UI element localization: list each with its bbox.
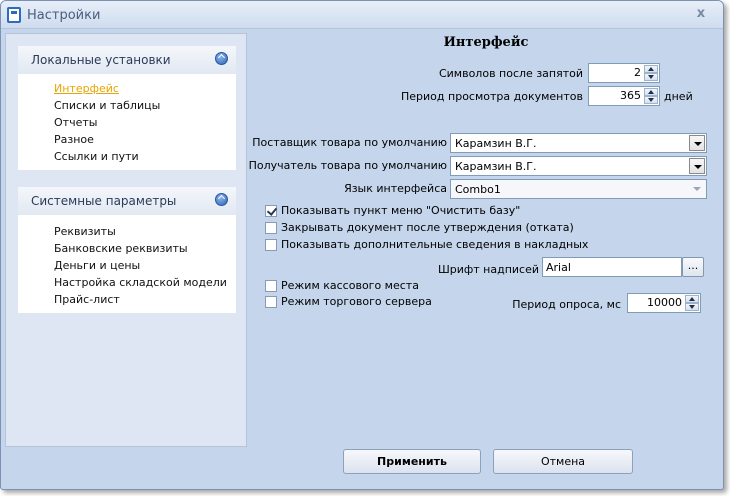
option-close-doc-label: Закрывать документ после утверждения (от… bbox=[281, 221, 574, 234]
option-extra-info-label: Показывать дополнительные сведения в нак… bbox=[281, 238, 589, 251]
nav-item-warehouse-model[interactable]: Настройка складской модели bbox=[54, 274, 236, 291]
chevron-up-icon[interactable] bbox=[215, 193, 228, 206]
period-value: 365 bbox=[620, 89, 641, 102]
app-icon bbox=[7, 7, 21, 23]
option-cash-mode-label: Режим кассового места bbox=[281, 279, 419, 292]
option-show-clear-db-label: Показывать пункт меню "Очистить базу" bbox=[281, 204, 521, 217]
group-header-local[interactable]: Локальные установки bbox=[18, 46, 236, 74]
nav-item-money-prices[interactable]: Деньги и цены bbox=[54, 257, 236, 274]
language-value: Combo1 bbox=[455, 183, 501, 196]
spin-arrows-icon[interactable] bbox=[685, 295, 699, 311]
close-icon[interactable]: x bbox=[693, 6, 709, 22]
nav-item-links-paths[interactable]: Ссылки и пути bbox=[54, 148, 236, 165]
checkbox-checked[interactable] bbox=[265, 205, 277, 217]
spin-arrows-icon[interactable] bbox=[644, 65, 658, 81]
receiver-value: Карамзин В.Г. bbox=[455, 160, 537, 173]
option-server-mode-label: Режим торгового сервера bbox=[281, 295, 432, 308]
supplier-value: Карамзин В.Г. bbox=[455, 137, 537, 150]
font-field[interactable]: Arial bbox=[542, 257, 682, 277]
checkbox[interactable] bbox=[265, 280, 277, 292]
nav-item-interface[interactable]: Интерфейс bbox=[54, 80, 236, 97]
group-header-system[interactable]: Системные параметры bbox=[18, 187, 236, 215]
dropdown-arrow-icon[interactable] bbox=[689, 158, 705, 174]
group-local-settings: Локальные установки Интерфейс Списки и т… bbox=[18, 46, 236, 170]
navigation-panel: Локальные установки Интерфейс Списки и т… bbox=[5, 33, 247, 447]
nav-item-price-list[interactable]: Прайс-лист bbox=[54, 291, 236, 308]
group-items-system: Реквизиты Банковские реквизиты Деньги и … bbox=[18, 215, 236, 316]
poll-label: Период опроса, мс bbox=[512, 298, 621, 311]
font-label: Шрифт надписей bbox=[437, 263, 539, 276]
decimals-stepper[interactable]: 2 bbox=[588, 63, 660, 83]
language-select[interactable]: Combo1 bbox=[450, 179, 707, 199]
decimals-label: Символов после запятой bbox=[438, 67, 583, 80]
nav-item-requisites[interactable]: Реквизиты bbox=[54, 223, 236, 240]
group-title-local: Локальные установки bbox=[31, 53, 171, 67]
font-browse-button[interactable]: ... bbox=[682, 257, 704, 277]
receiver-select[interactable]: Карамзин В.Г. bbox=[450, 156, 707, 176]
chevron-up-icon[interactable] bbox=[215, 52, 228, 65]
dropdown-arrow-icon[interactable] bbox=[689, 135, 705, 151]
page-title: Интерфейс bbox=[443, 35, 529, 50]
window-title: Настройки bbox=[27, 8, 101, 23]
period-stepper[interactable]: 365 bbox=[588, 86, 660, 106]
checkbox[interactable] bbox=[265, 239, 277, 251]
title-bar: Настройки x bbox=[1, 1, 723, 29]
spin-arrows-icon[interactable] bbox=[644, 88, 658, 104]
decimals-value: 2 bbox=[634, 66, 641, 79]
cancel-button[interactable]: Отмена bbox=[493, 449, 633, 474]
poll-stepper[interactable]: 10000 bbox=[627, 293, 701, 313]
supplier-label: Поставщик товара по умолчанию bbox=[252, 136, 447, 149]
settings-window: Настройки x Локальные установки Интерфей… bbox=[0, 0, 724, 490]
group-system-params: Системные параметры Реквизиты Банковские… bbox=[18, 187, 236, 313]
nav-item-lists-tables[interactable]: Списки и таблицы bbox=[54, 97, 236, 114]
apply-button[interactable]: Применить bbox=[343, 449, 481, 474]
dropdown-arrow-icon[interactable] bbox=[689, 181, 705, 197]
checkbox[interactable] bbox=[265, 222, 277, 234]
font-value: Arial bbox=[546, 261, 571, 274]
supplier-select[interactable]: Карамзин В.Г. bbox=[450, 133, 707, 153]
checkbox[interactable] bbox=[265, 296, 277, 308]
period-unit: дней bbox=[664, 90, 693, 103]
receiver-label: Получатель товара по умолчанию bbox=[248, 159, 447, 172]
settings-content: Интерфейс Символов после запятой 2 Перио… bbox=[248, 29, 721, 489]
poll-value: 10000 bbox=[647, 296, 682, 309]
group-title-system: Системные параметры bbox=[31, 194, 177, 208]
nav-item-bank-requisites[interactable]: Банковские реквизиты bbox=[54, 240, 236, 257]
period-label: Период просмотра документов bbox=[401, 90, 583, 103]
nav-item-misc[interactable]: Разное bbox=[54, 131, 236, 148]
group-items-local: Интерфейс Списки и таблицы Отчеты Разное… bbox=[18, 74, 236, 173]
language-label: Язык интерфейса bbox=[344, 182, 447, 195]
nav-item-reports[interactable]: Отчеты bbox=[54, 114, 236, 131]
